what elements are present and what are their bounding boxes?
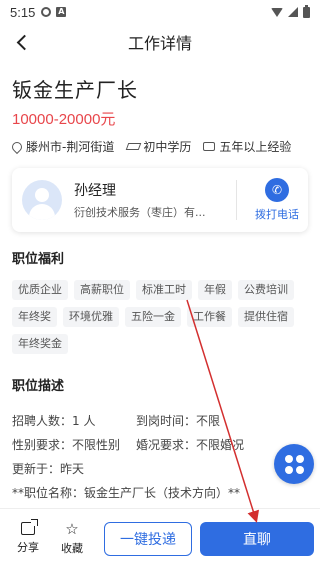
share-label: 分享: [17, 541, 39, 554]
page-title: 工作详情: [127, 34, 192, 53]
favorite-button[interactable]: ☆ 收藏: [50, 519, 94, 556]
benefit-tag: 提供住宿: [238, 307, 294, 327]
contact-name: 孙经理: [74, 183, 116, 199]
briefcase-icon: [203, 142, 216, 151]
position-name: **职位名称：钣金生产厂长（技术方向）**: [12, 485, 241, 500]
marriage-requirement: 婚况要求：不限婚况: [136, 437, 245, 452]
share-button[interactable]: 分享: [6, 519, 50, 555]
contact-company: 衍创技术服务（枣庄）有...: [74, 206, 206, 219]
benefit-tag: 环境优雅: [63, 307, 119, 327]
status-time: 5:15: [10, 4, 36, 20]
benefit-tag: 公费培训: [238, 280, 294, 300]
arrival-time: 到岗时间：不限: [136, 413, 221, 428]
updated-time: 更新于：昨天: [12, 461, 85, 476]
benefit-tag: 高薪职位: [74, 280, 130, 300]
bottom-action-bar: 分享 ☆ 收藏 一键投递 直聊: [0, 508, 320, 568]
job-education-text: 初中学历: [143, 140, 192, 154]
avatar: [22, 180, 62, 220]
apply-button[interactable]: 一键投递: [104, 521, 192, 556]
nav-bar: 工作详情: [0, 24, 320, 60]
benefit-tag: 优质企业: [12, 280, 68, 300]
job-description: 招聘人数：1 人 到岗时间：不限 性别要求：不限性别 婚况要求：不限婚况 更新于…: [12, 408, 308, 504]
wifi-icon: [271, 7, 283, 17]
star-icon: ☆: [65, 519, 79, 538]
call-button[interactable]: ✆ 拨打电话: [247, 178, 307, 222]
gender-requirement: 性别要求：不限性别: [12, 437, 121, 452]
contact-info: 孙经理 衍创技术服务（枣庄）有...: [74, 180, 224, 220]
floating-menu-button[interactable]: [274, 444, 314, 484]
benefit-tag: 年假: [198, 280, 232, 300]
benefit-tag: 年终奖金: [12, 334, 68, 354]
benefit-tag: 五险一金: [125, 307, 181, 327]
benefit-tag: 工作餐: [187, 307, 232, 327]
job-experience-text: 五年以上经验: [219, 140, 292, 154]
notification-a-icon: A: [56, 7, 67, 17]
benefit-tags: 优质企业 高薪职位 标准工时 年假 公费培训 年终奖 环境优雅 五险一金 工作餐…: [12, 280, 312, 354]
status-bar: 5:15 A: [0, 0, 320, 24]
job-experience: 五年以上经验: [203, 138, 291, 155]
favorite-label: 收藏: [61, 541, 83, 555]
back-button[interactable]: [8, 28, 36, 56]
chevron-left-icon: [16, 34, 32, 50]
recruit-count: 招聘人数：1 人: [12, 413, 96, 428]
description-title: 职位描述: [12, 379, 65, 394]
signal-icon: [288, 7, 298, 17]
benefit-tag: 年终奖: [12, 307, 57, 327]
benefit-tag: 标准工时: [136, 280, 192, 300]
battery-icon: [303, 4, 310, 18]
job-education: 初中学历: [126, 138, 191, 155]
job-title: 钣金生产厂长: [12, 78, 138, 102]
phone-icon: ✆: [265, 178, 289, 202]
job-meta: 滕州市-荆河街道 初中学历 五年以上经验: [9, 138, 291, 155]
job-location: 滕州市-荆河街道: [9, 138, 115, 155]
chat-button[interactable]: 直聊: [200, 521, 314, 556]
contact-card[interactable]: 孙经理 衍创技术服务（枣庄）有... ✆ 拨打电话: [12, 168, 308, 232]
benefits-title: 职位福利: [12, 252, 65, 267]
location-pin-icon: [9, 139, 25, 154]
graduation-cap-icon: [126, 143, 139, 151]
settings-icon: [41, 7, 52, 17]
job-salary: 10000-20000元: [12, 111, 116, 128]
call-label: 拨打电话: [255, 208, 299, 221]
divider: [236, 180, 237, 220]
job-location-text: 滕州市-荆河街道: [26, 140, 115, 154]
share-icon: [21, 519, 38, 535]
